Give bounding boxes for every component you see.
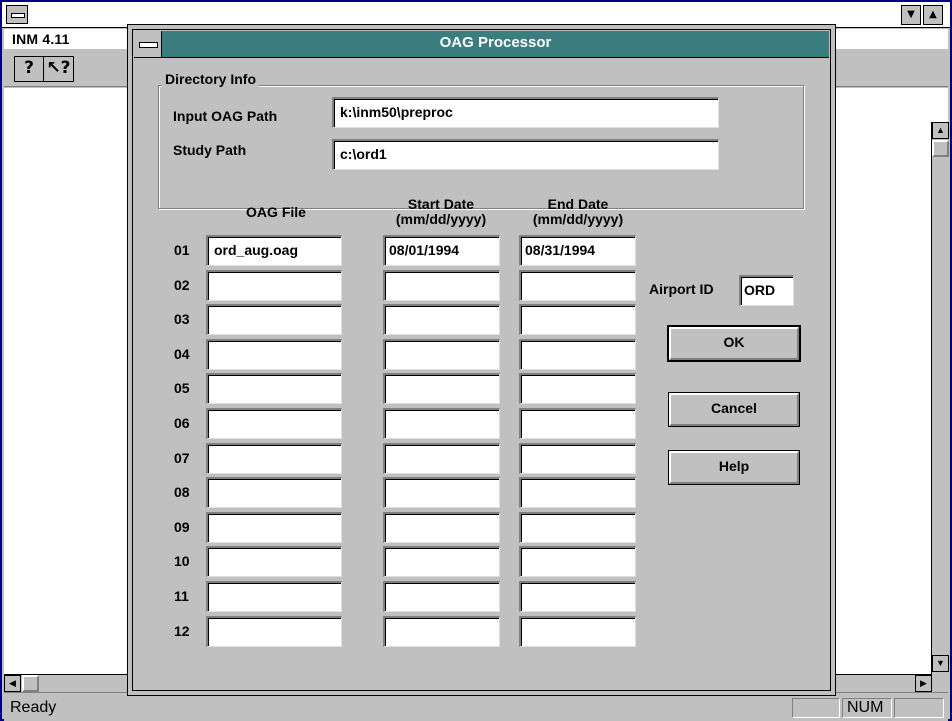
input-oag-path-field[interactable]: k:\inm50\preproc — [332, 97, 719, 128]
help-button[interactable]: Help — [668, 450, 800, 485]
status-text: Ready — [10, 699, 57, 716]
end-date-field[interactable] — [519, 477, 636, 508]
vertical-scroll-thumb[interactable] — [932, 140, 949, 157]
horizontal-scroll-thumb[interactable] — [22, 675, 39, 692]
input-oag-path-label: Input OAG Path — [173, 108, 278, 124]
status-bar: Ready NUM — [4, 692, 948, 721]
start-date-field[interactable] — [383, 477, 500, 508]
study-path-label: Study Path — [173, 142, 247, 158]
scroll-right-icon[interactable]: ▶ — [915, 675, 932, 692]
end-date-field[interactable] — [519, 546, 636, 577]
start-date-field[interactable] — [383, 616, 500, 647]
start-date-column-header: Start Date (mm/dd/yyyy) — [395, 196, 487, 227]
oag-file-field[interactable]: ord_aug.oag — [206, 235, 342, 266]
end-date-field[interactable] — [519, 408, 636, 439]
end-date-field[interactable] — [519, 616, 636, 647]
end-date-field[interactable] — [519, 512, 636, 543]
row-number: 07 — [174, 450, 190, 466]
help-icon[interactable]: ? — [15, 57, 44, 81]
start-date-field[interactable]: 08/01/1994 — [383, 235, 500, 266]
oag-file-field[interactable] — [206, 581, 342, 612]
oag-file-field[interactable] — [206, 616, 342, 647]
row-number: 12 — [174, 623, 190, 639]
dialog-system-menu-icon[interactable] — [134, 31, 162, 57]
status-panel-scroll — [894, 698, 944, 718]
directory-info-label: Directory Info — [162, 71, 260, 87]
start-date-field[interactable] — [383, 373, 500, 404]
end-date-field[interactable]: 08/31/1994 — [519, 235, 636, 266]
start-date-field[interactable] — [383, 443, 500, 474]
row-number: 09 — [174, 519, 190, 535]
dialog-title: OAG Processor — [439, 34, 552, 51]
airport-id-label: Airport ID — [649, 281, 714, 297]
app-name-label: INM 4.11 — [12, 31, 70, 47]
oag-file-column-header: OAG File — [246, 204, 306, 220]
start-date-field[interactable] — [383, 270, 500, 301]
scroll-up-icon[interactable]: ▲ — [932, 122, 949, 139]
start-date-field[interactable] — [383, 304, 500, 335]
oag-file-field[interactable] — [206, 304, 342, 335]
vertical-scrollbar[interactable]: ▲ ▼ — [931, 122, 949, 674]
start-date-field[interactable] — [383, 546, 500, 577]
ok-button[interactable]: OK — [667, 325, 801, 362]
oag-file-field[interactable] — [206, 443, 342, 474]
row-number: 06 — [174, 415, 190, 431]
row-number: 11 — [174, 588, 189, 604]
end-date-field[interactable] — [519, 270, 636, 301]
end-date-field[interactable] — [519, 581, 636, 612]
oag-file-field[interactable] — [206, 270, 342, 301]
help-button-group: ? ↖? — [14, 56, 74, 82]
end-date-field[interactable] — [519, 443, 636, 474]
oag-file-field[interactable] — [206, 477, 342, 508]
row-number: 08 — [174, 484, 190, 500]
airport-id-field[interactable]: ORD — [739, 275, 794, 306]
row-number: 10 — [174, 553, 190, 569]
context-help-icon[interactable]: ↖? — [44, 57, 73, 81]
oag-processor-dialog: OAG Processor Directory Info Input OAG P… — [127, 24, 836, 696]
row-number: 01 — [174, 242, 190, 258]
maximize-button[interactable]: ▲ — [923, 5, 943, 25]
cancel-button[interactable]: Cancel — [668, 392, 800, 427]
oag-file-field[interactable] — [206, 546, 342, 577]
oag-file-field[interactable] — [206, 373, 342, 404]
oag-file-field[interactable] — [206, 512, 342, 543]
dialog-titlebar[interactable]: OAG Processor — [134, 31, 829, 58]
scroll-left-icon[interactable]: ◀ — [4, 675, 21, 692]
row-number: 04 — [174, 346, 190, 362]
end-date-field[interactable] — [519, 373, 636, 404]
start-date-field[interactable] — [383, 512, 500, 543]
start-date-field[interactable] — [383, 339, 500, 370]
row-number: 05 — [174, 380, 190, 396]
scroll-corner — [932, 674, 949, 692]
minimize-button[interactable]: ▼ — [901, 5, 921, 25]
row-number: 02 — [174, 277, 190, 293]
study-path-field[interactable]: c:\ord1 — [332, 139, 719, 170]
row-number: 03 — [174, 311, 190, 327]
start-date-field[interactable] — [383, 581, 500, 612]
start-date-field[interactable] — [383, 408, 500, 439]
oag-file-field[interactable] — [206, 408, 342, 439]
end-date-field[interactable] — [519, 339, 636, 370]
oag-file-field[interactable] — [206, 339, 342, 370]
status-num-indicator: NUM — [842, 698, 892, 718]
status-panel-empty — [792, 698, 840, 718]
end-date-field[interactable] — [519, 304, 636, 335]
end-date-column-header: End Date (mm/dd/yyyy) — [532, 196, 624, 227]
app-system-menu-icon[interactable] — [6, 5, 28, 24]
scroll-down-icon[interactable]: ▼ — [932, 655, 949, 672]
